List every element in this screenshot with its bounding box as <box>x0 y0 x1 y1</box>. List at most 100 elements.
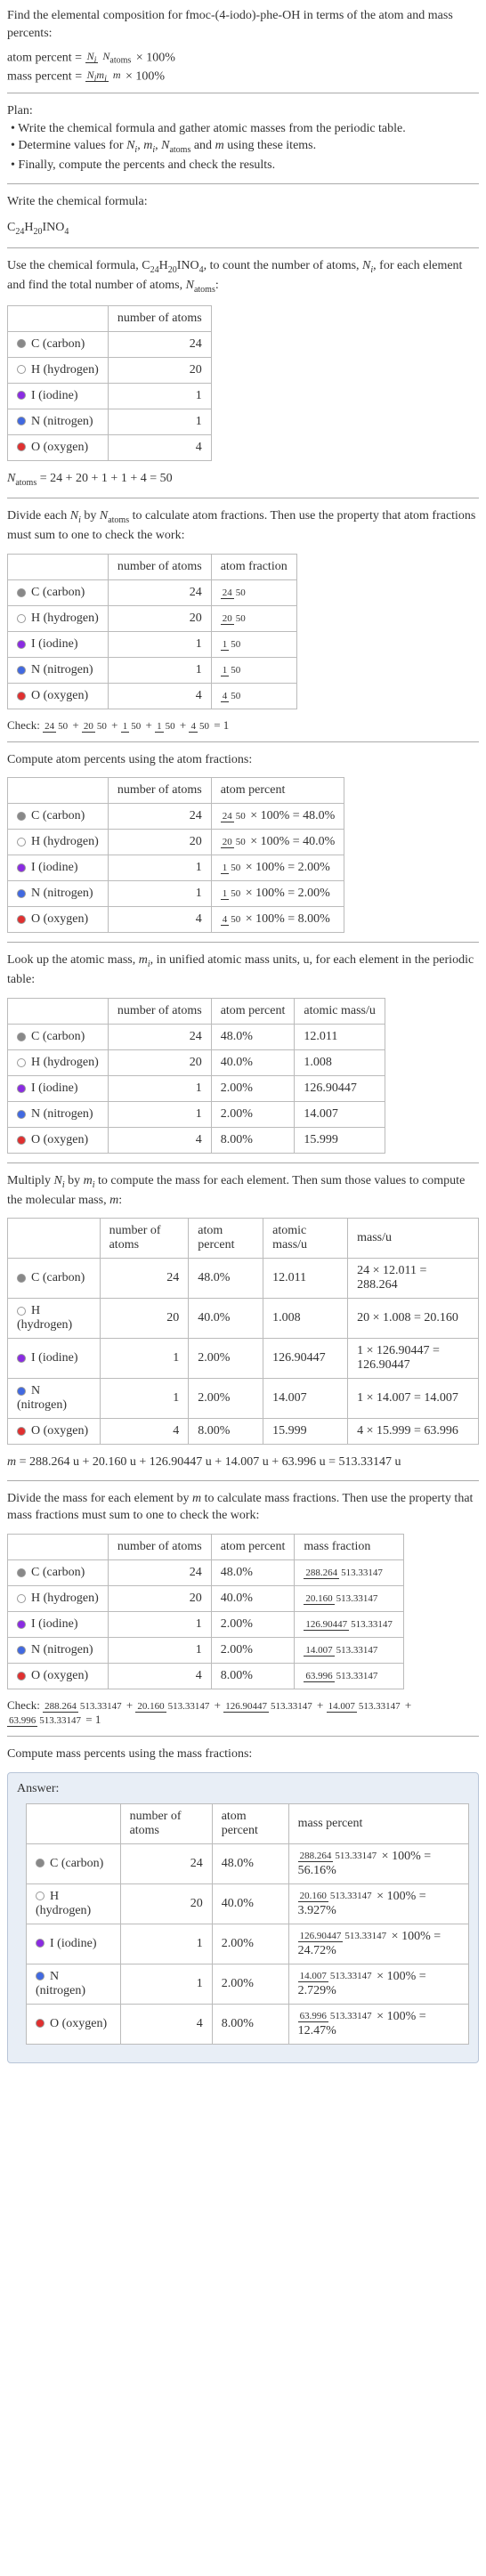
element-label: N (nitrogen) <box>31 887 93 900</box>
text: × 100% = <box>377 1890 425 1903</box>
element-dot-icon <box>17 1672 26 1681</box>
cell: 40.0% <box>212 1883 288 1924</box>
col-atom-fraction: atom fraction <box>211 554 296 579</box>
cell: 126.90447513.33147 × 100% = 24.72% <box>288 1924 468 1964</box>
element-dot-icon <box>17 1033 26 1041</box>
element-dot-icon <box>17 1594 26 1603</box>
table-row: C (carbon)242450 × 100% = 48.0% <box>8 804 344 830</box>
cell: 2.00% <box>211 1637 295 1663</box>
text: × 100% = <box>392 1930 441 1943</box>
table-row: H (hydrogen)2040.0%1.008 <box>8 1049 385 1075</box>
sub: atoms <box>109 56 131 66</box>
cell: 1 <box>100 1339 189 1379</box>
cell: 24 <box>120 1843 212 1883</box>
element-label: H (hydrogen) <box>31 1056 99 1069</box>
mass-percent-formula: mass percent = Nimi m × 100% <box>7 69 479 84</box>
cell: 2050 × 100% = 40.0% <box>211 830 344 855</box>
element-label: O (oxygen) <box>31 1424 88 1438</box>
element-label: I (iodine) <box>31 1617 77 1631</box>
cell: 20 <box>100 1299 189 1339</box>
cell: 288.264513.33147 × 100% = 56.16% <box>288 1843 468 1883</box>
table-header-row: number of atoms atom percent <box>8 778 344 804</box>
atom-fraction-check: Check: 2450 + 2050 + 150 + 150 + 450 = 1 <box>7 718 479 733</box>
value: 8.00% <box>298 912 330 926</box>
num: 288.264 <box>304 1567 339 1579</box>
table-row: I (iodine)1150 × 100% = 2.00% <box>8 855 344 881</box>
element-label: I (iodine) <box>31 861 77 874</box>
element-label: H (hydrogen) <box>31 1592 99 1605</box>
cell: 4 × 15.999 = 63.996 <box>348 1419 479 1445</box>
cell: 2.00% <box>211 1075 295 1101</box>
times-100: × 100% <box>126 69 165 83</box>
cell: 4 <box>108 434 211 460</box>
element-dot-icon <box>17 1387 26 1396</box>
element-dot-icon <box>17 339 26 348</box>
col-atomic-mass: atomic mass/u <box>263 1219 348 1259</box>
table-row: O (oxygen)4450 <box>8 683 297 709</box>
count-atoms-text: Use the chemical formula, C24H20INO4, to… <box>7 257 479 296</box>
cell: 12.011 <box>263 1259 348 1299</box>
table-row: H (hydrogen)202050 × 100% = 40.0% <box>8 830 344 855</box>
element-dot-icon <box>17 1646 26 1655</box>
table-row: H (hydrogen)202050 <box>8 605 297 631</box>
element-label: N (nitrogen) <box>31 663 93 676</box>
question-text: Find the elemental composition for fmoc-… <box>7 7 479 42</box>
cell: 1 <box>108 1075 211 1101</box>
col-element <box>8 305 109 331</box>
element-dot-icon <box>17 588 26 597</box>
cell: 4 <box>108 1127 211 1153</box>
cell: 8.00% <box>212 2004 288 2044</box>
cell: 4 <box>108 1663 211 1689</box>
check-label: Check: <box>7 718 43 732</box>
atom-percent-table: number of atoms atom percent C (carbon)2… <box>7 777 344 933</box>
cell: 8.00% <box>211 1127 295 1153</box>
cell: 1 × 14.007 = 14.007 <box>348 1379 479 1419</box>
plan-bullet-2: • Determine values for Ni, mi, Natoms an… <box>11 137 479 157</box>
atom-percent-formula: atom percent = Ni Natoms × 100% <box>7 51 479 65</box>
element-label: I (iodine) <box>31 637 77 651</box>
table-row: I (iodine)12.00%126.90447513.33147 <box>8 1611 404 1637</box>
element-label: C (carbon) <box>31 586 85 599</box>
element-dot-icon <box>36 1972 45 1981</box>
den: 513.33147 <box>335 1593 380 1604</box>
table-row: H (hydrogen)2040.0%1.00820 × 1.008 = 20.… <box>8 1299 479 1339</box>
table-row: N (nitrogen)1150 <box>8 657 297 683</box>
col-num-atoms: number of atoms <box>108 778 211 804</box>
mass-fraction-table: number of atoms atom percent mass fracti… <box>7 1534 404 1689</box>
table-row: C (carbon)2448.0%288.264513.33147 × 100%… <box>27 1843 469 1883</box>
table-row: N (nitrogen)12.00%14.007 <box>8 1101 385 1127</box>
cell: 126.90447 <box>263 1339 348 1379</box>
cell: 4 <box>108 907 211 933</box>
cell: 63.996513.33147 <box>295 1663 404 1689</box>
den: 513.33147 <box>335 1645 380 1656</box>
value: 2.00% <box>298 861 330 874</box>
element-dot-icon <box>17 889 26 898</box>
cell: 12.011 <box>295 1024 385 1049</box>
cell: 4 <box>120 2004 212 2044</box>
table-row: O (oxygen)4 <box>8 434 212 460</box>
mass-fraction-intro: Divide the mass for each element by m to… <box>7 1490 479 1525</box>
atom-percent-lhs: atom percent = <box>7 52 82 65</box>
cell: 20 <box>108 1049 211 1075</box>
cell: 1 <box>108 409 211 434</box>
element-label: C (carbon) <box>31 1271 85 1284</box>
element-label: O (oxygen) <box>31 689 88 702</box>
col-num-atoms: number of atoms <box>108 1534 211 1559</box>
element-label: I (iodine) <box>31 1351 77 1365</box>
element-dot-icon <box>17 1354 26 1363</box>
cell: 15.999 <box>295 1127 385 1153</box>
element-dot-icon <box>17 1307 26 1316</box>
num: 63.996 <box>304 1671 334 1682</box>
fraction: Ni Natoms <box>85 51 134 65</box>
num: 20.160 <box>304 1593 334 1605</box>
col-mass-percent: mass percent <box>288 1803 468 1843</box>
sub: i <box>94 56 97 66</box>
table-row: N (nitrogen)12.00%14.007513.33147 <box>8 1637 404 1663</box>
element-label: I (iodine) <box>50 1937 96 1950</box>
n-atoms-equation: Natoms = 24 + 20 + 1 + 1 + 4 = 50 <box>7 470 479 490</box>
table-header-row: number of atoms atom percent mass fracti… <box>8 1534 404 1559</box>
divider <box>7 183 479 184</box>
table-row: N (nitrogen)1150 × 100% = 2.00% <box>8 881 344 907</box>
text: × 100% = <box>246 912 295 926</box>
plan-header: Plan: <box>7 102 479 120</box>
